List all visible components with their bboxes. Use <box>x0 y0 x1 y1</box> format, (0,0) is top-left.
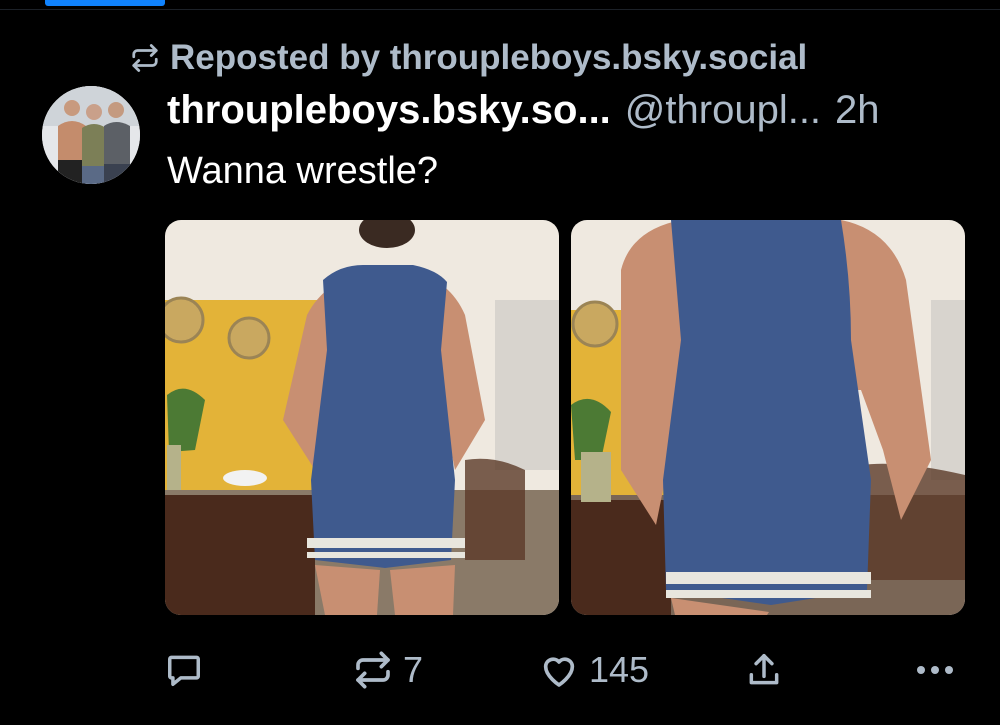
share-button[interactable] <box>745 640 783 700</box>
reply-icon <box>168 655 200 686</box>
reposted-by-line[interactable]: Reposted by throupleboys.bsky.social <box>130 36 807 80</box>
post-actions-bar: 7 145 <box>165 640 965 700</box>
avatar[interactable] <box>42 86 140 184</box>
like-button[interactable]: 145 <box>539 640 649 700</box>
author-handle[interactable]: @throupl... <box>625 88 821 133</box>
share-icon <box>749 654 779 685</box>
post-author-line: throupleboys.bsky.so... @throupl... 2h <box>167 88 880 138</box>
more-icon <box>917 666 953 674</box>
heart-icon <box>543 657 575 687</box>
post-text: Wanna wrestle? <box>167 150 439 192</box>
post-image-grid <box>165 220 965 615</box>
more-options-button[interactable] <box>913 640 957 700</box>
repost-icon <box>356 651 390 689</box>
reposted-by-label: Reposted by throupleboys.bsky.social <box>170 38 808 77</box>
active-tab-indicator <box>45 0 165 6</box>
reply-button[interactable] <box>165 640 203 700</box>
top-divider <box>0 9 1000 10</box>
repost-button[interactable]: 7 <box>353 640 423 700</box>
author-display-name[interactable]: throupleboys.bsky.so... <box>167 88 611 133</box>
like-count: 145 <box>589 649 650 690</box>
repost-count: 7 <box>403 649 424 690</box>
repost-icon <box>132 44 158 72</box>
post-image-1[interactable] <box>165 220 559 615</box>
post-timestamp[interactable]: 2h <box>835 88 880 133</box>
post-image-2[interactable] <box>571 220 965 615</box>
